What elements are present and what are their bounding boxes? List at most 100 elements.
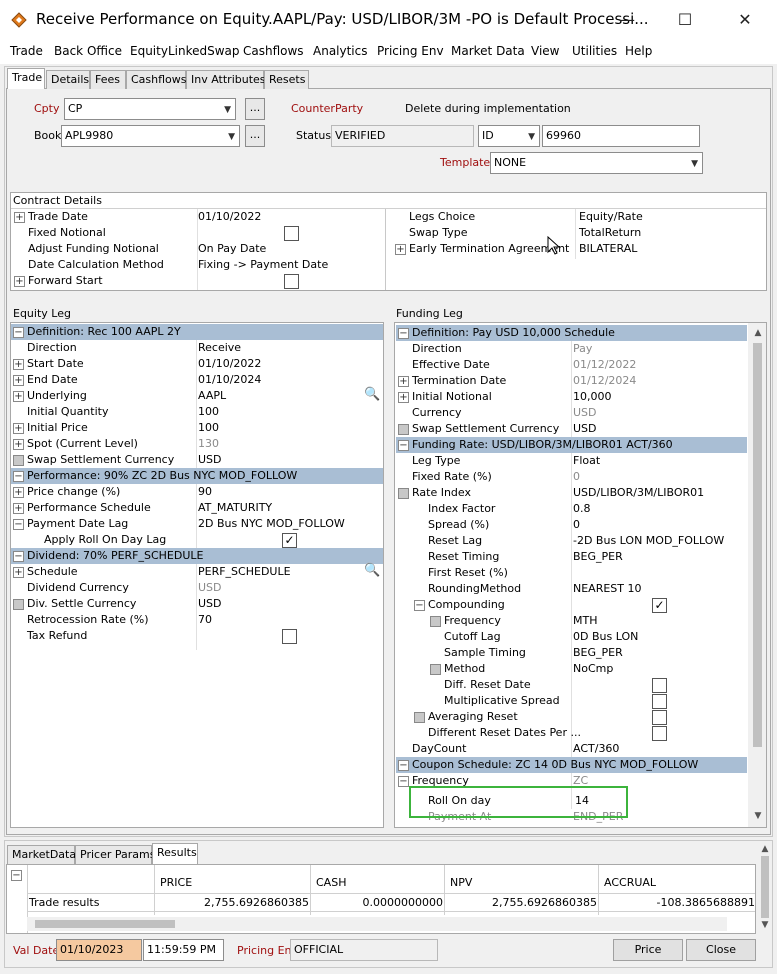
scroll-up-icon[interactable]: ▲ xyxy=(751,328,765,338)
sample-timing-row[interactable]: Sample Timing BEG_PER xyxy=(396,645,747,661)
book-lookup-button[interactable]: ... xyxy=(245,125,265,147)
valtime-field[interactable]: 11:59:59 PM xyxy=(143,939,224,961)
expand-icon[interactable]: + xyxy=(13,439,24,450)
expand-icon[interactable]: + xyxy=(13,359,24,370)
averaging-reset-row[interactable]: Averaging Reset xyxy=(396,709,747,725)
expand-icon[interactable]: + xyxy=(398,376,409,387)
expand-icon[interactable]: + xyxy=(395,244,406,255)
tab-pricer-params[interactable]: Pricer Params xyxy=(75,845,155,864)
scroll-up-icon[interactable]: ▲ xyxy=(758,844,772,854)
underlying-row[interactable]: + Underlying AAPL 🔍 xyxy=(11,387,383,404)
minimize-button[interactable]: — xyxy=(604,6,650,34)
diff-reset-date-row[interactable]: Diff. Reset Date xyxy=(396,677,747,693)
spread-row[interactable]: Spread (%) 0 xyxy=(396,517,747,533)
method-row[interactable]: Method NoCmp xyxy=(396,661,747,677)
daycount-row[interactable]: DayCount ACT/360 xyxy=(396,741,747,757)
id-field[interactable]: 69960 xyxy=(542,125,700,147)
collapse-icon[interactable]: − xyxy=(414,600,425,611)
collapse-icon[interactable]: − xyxy=(398,328,409,339)
expand-icon[interactable]: + xyxy=(13,503,24,514)
trade-date-row[interactable]: + Trade Date 01/10/2022 xyxy=(12,209,384,225)
expand-icon[interactable]: + xyxy=(14,212,25,223)
book-select[interactable]: APL9980 ▼ xyxy=(61,125,240,147)
swap-type-row[interactable]: Swap Type TotalReturn xyxy=(395,225,765,241)
menu-utilities[interactable]: Utilities xyxy=(572,44,617,58)
collapse-icon[interactable]: − xyxy=(13,551,24,562)
spot-row[interactable]: + Spot (Current Level) 130 xyxy=(11,436,383,452)
reset-lag-row[interactable]: Reset Lag -2D Bus LON MOD_FOLLOW xyxy=(396,533,747,549)
expand-icon[interactable]: + xyxy=(13,423,24,434)
expand-icon[interactable]: + xyxy=(13,375,24,386)
menu-view[interactable]: View xyxy=(531,44,559,58)
initial-quantity-row[interactable]: Initial Quantity 100 xyxy=(11,404,383,420)
initial-notional-row[interactable]: + Initial Notional 10,000 xyxy=(396,389,747,405)
leg-type-row[interactable]: Leg Type Float xyxy=(396,453,747,469)
retrocession-rate-row[interactable]: Retrocession Rate (%) 70 xyxy=(11,612,383,628)
close-button[interactable]: Close xyxy=(686,939,756,961)
different-reset-dates-checkbox[interactable] xyxy=(652,726,667,741)
tab-trade[interactable]: Trade xyxy=(7,68,45,89)
early-termination-row[interactable]: + Early Termination Agreement BILATERAL xyxy=(395,241,765,257)
template-select[interactable]: NONE ▼ xyxy=(490,152,703,174)
maximize-button[interactable]: ☐ xyxy=(662,6,708,34)
menu-equity-linked-swap[interactable]: EquityLinkedSwap xyxy=(130,44,240,58)
menu-pricing-env[interactable]: Pricing Env xyxy=(377,44,444,58)
performance-schedule-row[interactable]: + Performance Schedule AT_MATURITY xyxy=(11,500,383,516)
collapse-icon[interactable]: − xyxy=(398,760,409,771)
collapse-icon[interactable]: − xyxy=(13,327,24,338)
funding-leg-scrollbar[interactable]: ▲ ▼ xyxy=(748,323,766,827)
cutoff-lag-row[interactable]: Cutoff Lag 0D Bus LON xyxy=(396,629,747,645)
collapse-icon[interactable]: − xyxy=(13,519,24,530)
index-factor-row[interactable]: Index Factor 0.8 xyxy=(396,501,747,517)
compounding-row[interactable]: − Compounding ✓ xyxy=(396,597,747,613)
expand-icon[interactable]: + xyxy=(13,567,24,578)
swap-settlement-currency-row[interactable]: Swap Settlement Currency USD xyxy=(11,452,383,468)
averaging-reset-checkbox[interactable] xyxy=(652,710,667,725)
start-date-row[interactable]: + Start Date 01/10/2022 xyxy=(11,356,383,372)
results-vscrollbar[interactable]: ▲ ▼ xyxy=(758,842,772,934)
tab-market-data[interactable]: MarketData xyxy=(7,845,76,864)
tab-resets[interactable]: Resets xyxy=(264,70,309,89)
swap-settlement-currency-row[interactable]: Swap Settlement Currency USD xyxy=(396,421,747,437)
collapse-icon[interactable]: − xyxy=(11,870,22,881)
collapse-icon[interactable]: − xyxy=(398,776,409,787)
menu-back-office[interactable]: Back Office xyxy=(54,44,122,58)
forward-start-checkbox[interactable] xyxy=(284,274,299,289)
section-definition[interactable]: − Definition: Pay USD 10,000 Schedule xyxy=(396,325,747,341)
apply-roll-on-day-lag-checkbox[interactable]: ✓ xyxy=(282,533,297,548)
direction-row[interactable]: Direction Pay xyxy=(396,341,747,357)
tab-inv-attributes[interactable]: Inv Attributes xyxy=(186,70,266,89)
fixed-rate-row[interactable]: Fixed Rate (%) 0 xyxy=(396,469,747,485)
valdate-field[interactable]: 01/10/2023 xyxy=(56,939,142,961)
expand-icon[interactable]: + xyxy=(14,276,25,287)
menu-trade[interactable]: Trade xyxy=(10,44,43,58)
initial-price-row[interactable]: + Initial Price 100 xyxy=(11,420,383,436)
price-button[interactable]: Price xyxy=(613,939,683,961)
rate-index-row[interactable]: Rate Index USD/LIBOR/3M/LIBOR01 xyxy=(396,485,747,501)
date-calculation-method-row[interactable]: Date Calculation Method Fixing -> Paymen… xyxy=(12,257,384,273)
menu-help[interactable]: Help xyxy=(625,44,652,58)
section-coupon-schedule[interactable]: − Coupon Schedule: ZC 14 0D Bus NYC MOD_… xyxy=(396,757,747,773)
tax-refund-row[interactable]: Tax Refund xyxy=(11,628,383,644)
fixed-notional-checkbox[interactable] xyxy=(284,226,299,241)
section-dividend[interactable]: − Dividend: 70% PERF_SCHEDULE xyxy=(11,548,383,564)
cpty-select[interactable]: CP ▼ xyxy=(64,98,236,120)
fixed-notional-row[interactable]: Fixed Notional xyxy=(12,225,384,241)
scrollbar-thumb[interactable] xyxy=(761,856,769,918)
legs-choice-row[interactable]: Legs Choice Equity/Rate xyxy=(395,209,765,225)
pricing-env-field[interactable]: OFFICIAL xyxy=(290,939,438,961)
end-date-row[interactable]: + End Date 01/10/2024 xyxy=(11,372,383,388)
currency-row[interactable]: Currency USD xyxy=(396,405,747,421)
termination-date-row[interactable]: + Termination Date 01/12/2024 xyxy=(396,373,747,389)
apply-roll-on-day-lag-row[interactable]: Apply Roll On Day Lag ✓ xyxy=(11,532,383,548)
rounding-method-row[interactable]: RoundingMethod NEAREST 10 xyxy=(396,581,747,597)
section-definition[interactable]: − Definition: Rec 100 AAPL 2Y xyxy=(11,324,383,340)
collapse-icon[interactable]: − xyxy=(13,471,24,482)
zoom-search-icon[interactable]: 🔍 xyxy=(364,563,380,579)
scrollbar-thumb[interactable] xyxy=(753,343,762,747)
results-hscrollbar[interactable] xyxy=(27,917,727,931)
tax-refund-checkbox[interactable] xyxy=(282,629,297,644)
close-window-button[interactable]: ✕ xyxy=(722,6,768,34)
price-change-row[interactable]: + Price change (%) 90 xyxy=(11,484,383,500)
direction-row[interactable]: Direction Receive xyxy=(11,340,383,356)
